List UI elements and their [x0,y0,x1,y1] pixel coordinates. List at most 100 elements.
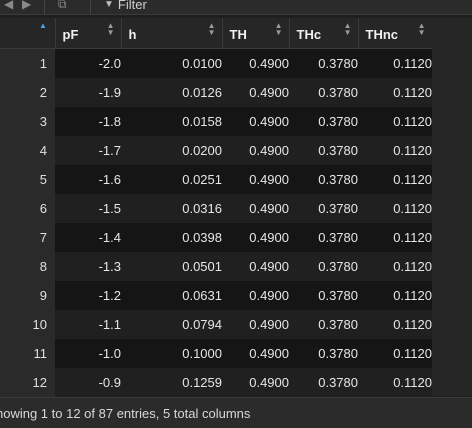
cell-TH: 0.4900 [222,135,289,165]
cell-THc: 0.3780 [289,222,358,252]
toolbar-divider [90,0,91,14]
cell-pF: -1.9 [55,77,121,107]
cell-THnc: 0.1120 [358,222,432,252]
cell-TH: 0.4900 [222,164,289,194]
popout-icon[interactable]: ⧉ [58,0,67,11]
arrow-left-icon[interactable]: ◀ [4,0,13,11]
cell-pF: -1.6 [55,164,121,194]
table-row[interactable]: 8 -1.3 0.0501 0.4900 0.3780 0.1120 [0,251,432,281]
arrow-right-icon[interactable]: ▶ [22,0,31,11]
cell-THnc: 0.1120 [358,106,432,136]
cell-THnc: 0.1120 [358,309,432,339]
sort-icon: ▲ ▼ [274,21,283,37]
row-index: 12 [0,367,55,397]
column-header-label: THnc [365,27,399,42]
table-row[interactable]: 2 -1.9 0.0126 0.4900 0.3780 0.1120 [0,77,432,107]
row-index: 5 [0,164,55,194]
cell-TH: 0.4900 [222,367,289,397]
cell-TH: 0.4900 [222,280,289,310]
cell-TH: 0.4900 [222,251,289,281]
cell-THc: 0.3780 [289,309,358,339]
cell-THc: 0.3780 [289,135,358,165]
table-row[interactable]: 1 -2.0 0.0100 0.4900 0.3780 0.1120 [0,48,432,78]
cell-TH: 0.4900 [222,106,289,136]
toolbar-divider [44,0,45,14]
row-index: 9 [0,280,55,310]
cell-pF: -1.5 [55,193,121,223]
cell-pF: -1.3 [55,251,121,281]
cell-TH: 0.4900 [222,222,289,252]
cell-h: 0.1000 [121,338,222,368]
cell-THnc: 0.1120 [358,367,432,397]
cell-THnc: 0.1120 [358,164,432,194]
cell-pF: -1.7 [55,135,121,165]
column-header-pF[interactable]: pF ▲ ▼ [55,18,122,49]
table-row[interactable]: 12 -0.9 0.1259 0.4900 0.3780 0.1120 [0,367,432,397]
cell-THc: 0.3780 [289,164,358,194]
cell-TH: 0.4900 [222,77,289,107]
cell-THnc: 0.1120 [358,193,432,223]
sort-icon: ▲ ▼ [207,21,216,37]
cell-THnc: 0.1120 [358,251,432,281]
cell-THnc: 0.1120 [358,77,432,107]
cell-h: 0.0794 [121,309,222,339]
row-index: 4 [0,135,55,165]
header-row: ▲ pF ▲ ▼ h ▲ ▼ TH ▲ ▼ THc ▲ ▼ THnc ▲ ▼ [0,18,433,49]
cell-h: 0.0100 [121,48,222,78]
cell-THnc: 0.1120 [358,135,432,165]
status-bar: howing 1 to 12 of 87 entries, 5 total co… [0,397,472,428]
cell-TH: 0.4900 [222,338,289,368]
column-header-THc[interactable]: THc ▲ ▼ [289,18,359,49]
cell-h: 0.0200 [121,135,222,165]
cell-THc: 0.3780 [289,280,358,310]
row-index: 3 [0,106,55,136]
row-index: 1 [0,48,55,78]
cell-pF: -1.8 [55,106,121,136]
row-index: 10 [0,309,55,339]
cell-h: 0.0316 [121,193,222,223]
column-header-label: pF [62,27,79,42]
table-row[interactable]: 4 -1.7 0.0200 0.4900 0.3780 0.1120 [0,135,432,165]
cell-THc: 0.3780 [289,106,358,136]
cell-TH: 0.4900 [222,193,289,223]
viewer-toolbar: ◀ ▶ ⧉ ▼ Filter [0,0,472,15]
cell-pF: -2.0 [55,48,121,78]
cell-h: 0.0251 [121,164,222,194]
row-index: 8 [0,251,55,281]
cell-THnc: 0.1120 [358,280,432,310]
table-row[interactable]: 3 -1.8 0.0158 0.4900 0.3780 0.1120 [0,106,432,136]
column-header-h[interactable]: h ▲ ▼ [121,18,223,49]
column-header-label: TH [229,27,247,42]
cell-h: 0.1259 [121,367,222,397]
cell-h: 0.0158 [121,106,222,136]
filter-button[interactable]: ▼ Filter [104,0,147,12]
table-row[interactable]: 11 -1.0 0.1000 0.4900 0.3780 0.1120 [0,338,432,368]
cell-pF: -1.2 [55,280,121,310]
table-row[interactable]: 9 -1.2 0.0631 0.4900 0.3780 0.1120 [0,280,432,310]
cell-TH: 0.4900 [222,48,289,78]
cell-THc: 0.3780 [289,193,358,223]
cell-h: 0.0501 [121,251,222,281]
cell-pF: -1.4 [55,222,121,252]
cell-THnc: 0.1120 [358,48,432,78]
row-index: 6 [0,193,55,223]
table-row[interactable]: 10 -1.1 0.0794 0.4900 0.3780 0.1120 [0,309,432,339]
table-row[interactable]: 7 -1.4 0.0398 0.4900 0.3780 0.1120 [0,222,432,252]
empty-pane [432,18,472,396]
row-index: 7 [0,222,55,252]
column-header-THnc[interactable]: THnc ▲ ▼ [358,18,433,49]
cell-THc: 0.3780 [289,48,358,78]
column-header-label: THc [296,27,322,42]
sort-icon: ▲ ▼ [417,21,426,37]
cell-THnc: 0.1120 [358,338,432,368]
table-row[interactable]: 6 -1.5 0.0316 0.4900 0.3780 0.1120 [0,193,432,223]
cell-THc: 0.3780 [289,251,358,281]
sort-asc-icon: ▲ [39,21,47,30]
index-column-header[interactable]: ▲ [0,18,56,49]
cell-TH: 0.4900 [222,309,289,339]
cell-THc: 0.3780 [289,338,358,368]
filter-label: Filter [117,0,147,12]
column-header-TH[interactable]: TH ▲ ▼ [222,18,290,49]
table-row[interactable]: 5 -1.6 0.0251 0.4900 0.3780 0.1120 [0,164,432,194]
cell-h: 0.0126 [121,77,222,107]
